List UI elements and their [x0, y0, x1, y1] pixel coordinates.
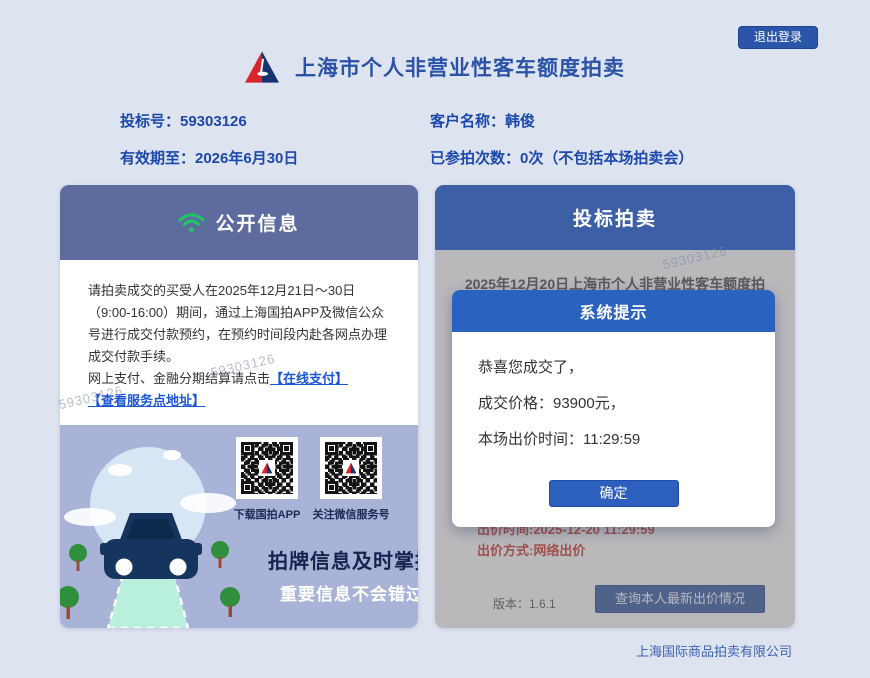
car-illustration	[60, 447, 240, 628]
customer-name: 客户名称：韩俊	[430, 113, 536, 130]
wifi-icon	[178, 212, 206, 232]
public-info-header: 公开信息	[60, 185, 418, 260]
qr-logo-icon	[343, 460, 359, 476]
qr-app-label: 下载国拍APP	[233, 509, 301, 521]
valid-until: 有效期至：2026年6月30日	[120, 150, 299, 167]
notice-prefix: 网上支付、金融分期结算请点击	[88, 371, 271, 387]
online-payment-link[interactable]: 【在线支付】	[270, 371, 348, 386]
auction-logo-icon	[245, 51, 279, 83]
page-title: 上海市个人非营业性客车额度拍卖	[295, 57, 625, 80]
promo-illustration-block: 下载国拍APP 关注微信服务号 拍牌信息及时掌握 重要信息不会错过	[60, 425, 418, 628]
user-info: 投标号：59303126 客户名称：韩俊 有效期至：2026年6月30日 已参拍…	[120, 110, 815, 168]
deal-bid-time-line: 本场出价时间：11:29:59	[478, 431, 641, 448]
bid-number: 投标号：59303126	[120, 113, 247, 130]
deal-price-line: 成交价格：93900元，	[478, 395, 625, 412]
footer-company-name: 上海国际商品拍卖有限公司	[635, 644, 792, 659]
qr-code-wechat	[320, 437, 382, 499]
system-prompt-dialog: 系统提示 恭喜您成交了， 成交价格：93900元， 本场出价时间：11:29:5…	[452, 290, 775, 527]
qr-codes: 下载国拍APP 关注微信服务号	[233, 437, 390, 522]
qr-code-app	[236, 437, 298, 499]
ok-button[interactable]: 确定	[548, 480, 679, 507]
notice-text: 请拍卖成交的买受人在2025年12月21日～30日（9:00-16:00）期间，…	[88, 283, 388, 365]
qr-wechat-label: 关注微信服务号	[312, 509, 390, 521]
logout-button[interactable]: 退出登录	[738, 26, 818, 49]
dialog-body: 恭喜您成交了， 成交价格：93900元， 本场出价时间：11:29:59	[452, 332, 775, 449]
qr-logo-icon	[259, 460, 275, 476]
dialog-title: 系统提示	[452, 290, 775, 332]
service-points-link[interactable]: 【查看服务点地址】	[88, 393, 205, 408]
public-info-panel: 公开信息 请拍卖成交的买受人在2025年12月21日～30日（9:00-16:0…	[60, 185, 418, 628]
promo-slogan-sub: 重要信息不会错过	[280, 585, 418, 604]
promo-slogan-main: 拍牌信息及时掌握	[268, 551, 418, 573]
payment-notice: 请拍卖成交的买受人在2025年12月21日～30日（9:00-16:00）期间，…	[60, 260, 418, 413]
auction-header: 投标拍卖	[435, 185, 795, 250]
deal-congrats-line: 恭喜您成交了，	[478, 359, 584, 376]
auction-title: 投标拍卖	[572, 209, 657, 230]
participation-count: 已参拍次数：0次（不包括本场拍卖会）	[430, 150, 694, 167]
public-info-title: 公开信息	[215, 214, 300, 235]
app-header: 上海市个人非营业性客车额度拍卖	[0, 50, 870, 84]
